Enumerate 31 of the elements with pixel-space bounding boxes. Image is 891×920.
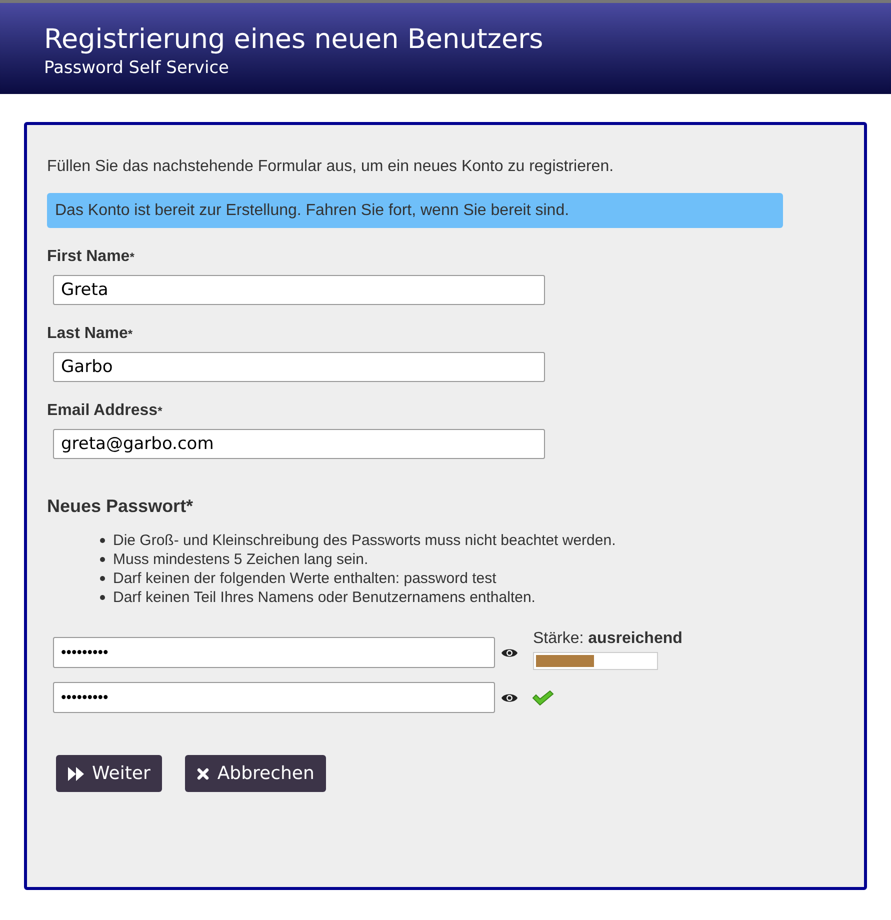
bullet-icon: [100, 557, 105, 562]
field-label: Email Address: [47, 401, 158, 421]
bullet-icon: [100, 595, 105, 600]
password-rule: Darf keinen Teil Ihres Namens oder Benutzernamens enthalten.: [113, 588, 536, 607]
password-rule: Darf keinen der folgenden Werte enthalten: password test: [113, 569, 496, 588]
field-label: Last Name: [47, 324, 128, 344]
text-field[interactable]: greta@garbo.com: [53, 429, 545, 459]
required-mark: *: [130, 249, 134, 266]
notice-banner: Das Konto ist bereit zur Erstellung. Fahren Sie fort, wenn Sie bereit sind.: [47, 193, 783, 228]
fast-forward-icon: [68, 766, 84, 780]
required-mark: *: [128, 326, 133, 343]
password-rule: Muss mindestens 5 Zeichen lang sein.: [113, 550, 368, 569]
page-title: Registrierung eines neuen Benutzers: [44, 23, 544, 57]
strength-label: Stärke: ausreichend: [533, 629, 682, 649]
password-field[interactable]: •••••••••: [53, 637, 495, 668]
field-label: First Name: [47, 247, 130, 267]
confirm-password-field[interactable]: •••••••••: [53, 682, 495, 713]
eye-icon[interactable]: [501, 647, 518, 659]
page-subtitle: Password Self Service: [44, 57, 230, 79]
password-heading: Neues Passwort*: [47, 495, 194, 517]
password-rule: Die Groß- und Kleinschreibung des Passworts muss nicht beachtet werden.: [113, 531, 616, 550]
text-field[interactable]: Garbo: [53, 352, 545, 382]
bullet-icon: [100, 576, 105, 581]
next-button[interactable]: Weiter: [56, 755, 162, 792]
required-mark: *: [158, 403, 162, 420]
text-field[interactable]: Greta: [53, 275, 545, 305]
bullet-icon: [100, 538, 105, 543]
cancel-button[interactable]: Abbrechen: [185, 755, 326, 792]
close-icon: [197, 768, 210, 780]
intro-text: Füllen Sie das nachstehende Formular aus, um ein neues Konto zu registrieren.: [47, 157, 615, 177]
eye-icon[interactable]: [501, 692, 518, 704]
